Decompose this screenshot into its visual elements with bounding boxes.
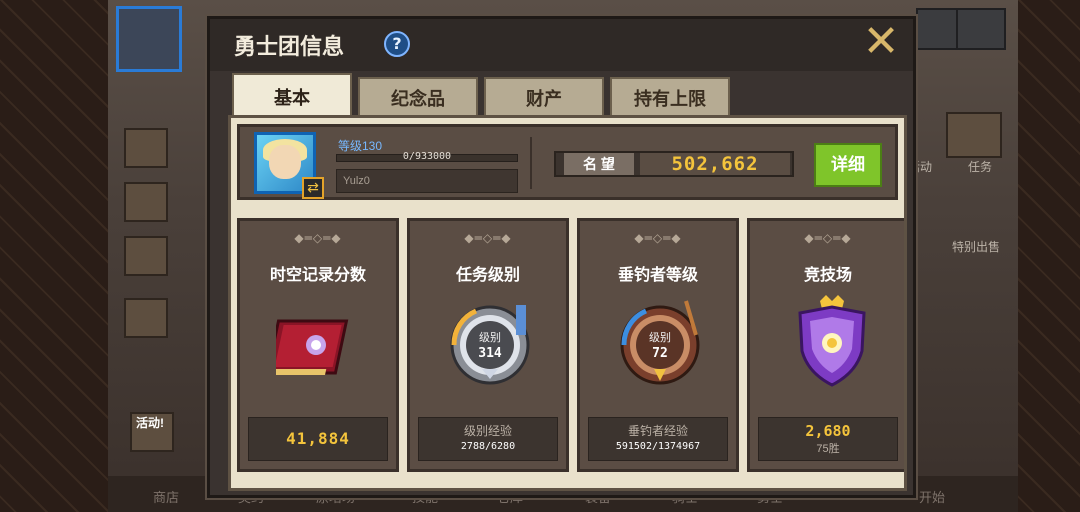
angler-exp-value: 591502/1374967	[615, 441, 701, 452]
dialog-title: 勇士团信息	[234, 34, 345, 59]
arena-score: 2,680	[805, 422, 851, 440]
card-title: 垂钓者等级	[617, 267, 698, 284]
menu-grid-button[interactable]	[956, 8, 1006, 50]
fame-box: 名 望 502,662	[554, 151, 794, 177]
nav-item-shop[interactable]: 商店	[153, 487, 179, 506]
quest-exp-label: 级别经验	[463, 424, 512, 438]
gamepad-icon	[124, 298, 168, 338]
side-label-quest: 任务	[968, 160, 993, 174]
angler-exp-box: 垂钓者经验 591502/1374967	[588, 417, 728, 461]
tab-souvenirs[interactable]: 纪念品	[358, 77, 478, 117]
quest-level-badge-icon: 级别 314	[450, 305, 530, 385]
event-badge: 活动!	[136, 416, 164, 430]
card-title: 竞技场	[803, 267, 852, 284]
arena-wins: 75胜	[816, 443, 840, 455]
detail-button[interactable]: 详细	[814, 143, 882, 187]
angler-exp-label: 垂钓者经验	[627, 424, 688, 438]
tab-holding-limit[interactable]: 持有上限	[610, 77, 730, 117]
ornament-icon: ◆═◇═◆	[804, 231, 852, 245]
ornament-icon: ◆═◇═◆	[294, 231, 342, 245]
swap-character-icon[interactable]: ⇄	[302, 177, 324, 199]
arena-score-box: 2,680 75胜	[758, 417, 898, 461]
time-record-score: 41,884	[286, 429, 350, 448]
tab-basic[interactable]: 基本	[232, 73, 352, 117]
event-icon	[124, 236, 168, 276]
nav-item-start[interactable]: 开始	[919, 487, 945, 506]
player-name: Yulz0	[336, 169, 518, 193]
left-decor-panel	[0, 0, 108, 512]
background-avatar	[116, 6, 182, 72]
angler-level-badge-icon: 级别 72	[620, 300, 700, 385]
stat-cards: ◆═◇═◆ 时空记录分数 41,884 ◆═◇═◆ 任务级别 级别 314 级别…	[237, 218, 904, 476]
side-label-special-sale: 特别出售	[952, 240, 1001, 254]
card-arena[interactable]: ◆═◇═◆ 竞技场 2,680 75胜	[747, 218, 904, 472]
quest-exp-box: 级别经验 2788/6280	[418, 417, 558, 461]
exp-text: 0/933000	[402, 151, 452, 162]
quest-icon	[946, 112, 1002, 158]
heart-icon	[124, 182, 168, 222]
card-quest-level[interactable]: ◆═◇═◆ 任务级别 级别 314 级别经验 2788/6280	[407, 218, 569, 472]
quest-exp-value: 2788/6280	[460, 441, 516, 452]
ornament-icon: ◆═◇═◆	[464, 231, 512, 245]
ornament-icon: ◆═◇═◆	[634, 231, 682, 245]
badge-value: 314	[478, 346, 502, 361]
arena-shield-icon	[798, 295, 866, 387]
close-button[interactable]: ✕	[861, 20, 901, 64]
tab-content-basic: ⇄ 等级130 0/933000 Yulz0 名 望 502,662 详细 ◆═…	[228, 115, 907, 491]
card-time-record[interactable]: ◆═◇═◆ 时空记录分数 41,884	[237, 218, 399, 472]
tab-assets[interactable]: 财产	[484, 77, 604, 117]
time-record-score-box: 41,884	[248, 417, 388, 461]
fame-label: 名 望	[564, 153, 634, 175]
divider	[530, 137, 532, 189]
help-icon[interactable]: ?	[384, 31, 410, 57]
warrior-group-info-dialog: 勇士团信息 ? ✕ 基本 纪念品 财产 持有上限 ⇄ 等级130 0/93300…	[207, 16, 916, 498]
badge-label: 级别	[479, 331, 501, 344]
avatar-face	[269, 145, 301, 179]
badge-label: 级别	[649, 331, 671, 344]
card-angler-level[interactable]: ◆═◇═◆ 垂钓者等级 级别 72 垂钓者经验 591502/1374967	[577, 218, 739, 472]
dialog-header: 勇士团信息 ? ✕	[210, 19, 913, 71]
mail-icon	[124, 128, 168, 168]
profile-bar: ⇄ 等级130 0/933000 Yulz0 名 望 502,662 详细	[237, 124, 898, 200]
right-decor-panel	[1018, 0, 1080, 512]
card-title: 时空记录分数	[269, 267, 366, 284]
tab-bar: 基本 纪念品 财产 持有上限	[232, 73, 730, 117]
record-book-icon	[276, 319, 349, 375]
fame-value: 502,662	[640, 153, 790, 175]
badge-value: 72	[652, 346, 668, 361]
card-title: 任务级别	[455, 267, 520, 284]
